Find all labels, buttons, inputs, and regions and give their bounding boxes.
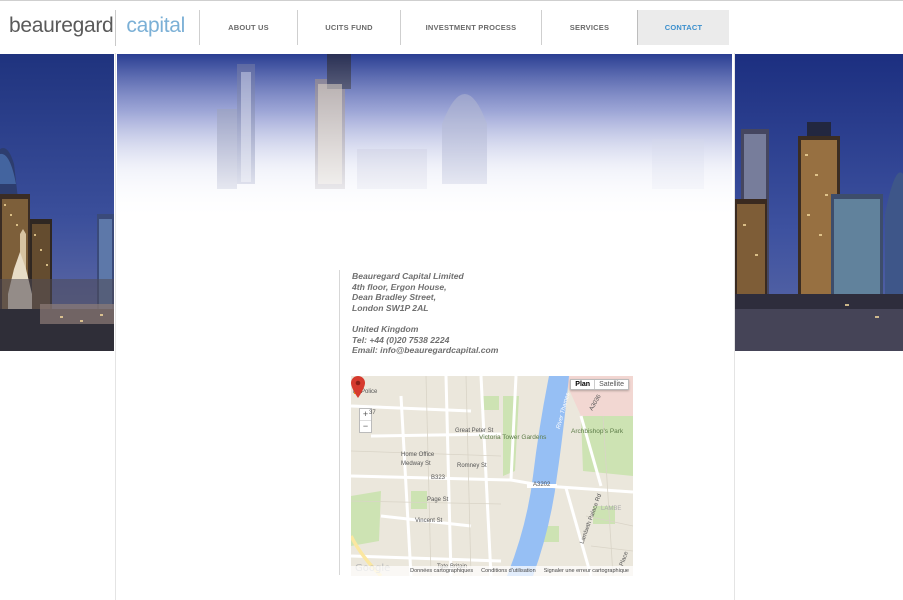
address-line-1: 4th floor, Ergon House, (352, 281, 447, 292)
map-label-a37: 37 (369, 410, 376, 416)
map-label-page-st: Page St (427, 497, 449, 503)
map-terms-link[interactable]: Conditions d'utilisation (481, 568, 536, 574)
map-label-archbishop: Archbishop's Park (571, 428, 624, 435)
contact-email[interactable]: Email: info@beauregardcapital.com (352, 345, 498, 356)
map-label-romney: Romney St (457, 463, 487, 469)
map-type-toggle: Plan Satellite (570, 379, 629, 390)
map-label-home-office: Home Office (401, 452, 435, 458)
nav-contact[interactable]: CONTACT (637, 10, 729, 45)
nav-services[interactable]: SERVICES (541, 10, 637, 45)
map-report-link[interactable]: Signaler une erreur cartographique (544, 568, 629, 574)
map-label-medway: Medway St (401, 461, 431, 467)
map-label-a3202: A3202 (533, 482, 551, 488)
map-satellite-button[interactable]: Satellite (595, 380, 628, 389)
main-nav: ABOUT US UCITS FUND INVESTMENT PROCESS S… (199, 10, 729, 45)
map-plan-button[interactable]: Plan (571, 380, 596, 389)
nav-about-us[interactable]: ABOUT US (199, 10, 297, 45)
city-skyline-left (0, 54, 114, 351)
logo-word-capital: capital (126, 14, 186, 37)
nav-investment-process[interactable]: INVESTMENT PROCESS (400, 10, 541, 45)
address-line-2: Dean Bradley Street, (352, 292, 437, 303)
map-label-lambeth: LAMBE (601, 506, 622, 512)
map-label-victoria-tower: Victoria Tower Gardens (479, 434, 547, 441)
map-data-link[interactable]: Données cartographiques (410, 568, 473, 574)
map-label-b323: B323 (431, 475, 446, 481)
logo-word-beauregard: beauregard (9, 14, 114, 37)
location-pin-icon[interactable] (351, 376, 365, 398)
logo[interactable]: beauregard capital (9, 10, 186, 46)
address-divider (339, 270, 340, 575)
nav-ucits-fund[interactable]: UCITS FUND (297, 10, 400, 45)
contact-address: Beauregard Capital Limited 4th floor, Er… (352, 271, 498, 356)
address-line-3: London SW1P 2AL (352, 302, 429, 313)
top-rule (0, 0, 903, 1)
company-name: Beauregard Capital Limited (352, 271, 464, 281)
logo-divider (115, 10, 116, 46)
map-footer: Données cartographiques Conditions d'uti… (351, 566, 633, 576)
address-country: United Kingdom (352, 323, 419, 334)
map-label-vincent-st: Vincent St (415, 518, 443, 524)
hero-skyline (117, 54, 732, 220)
zoom-out-button[interactable]: − (360, 421, 371, 432)
contact-phone: Tel: +44 (0)20 7538 2224 (352, 334, 450, 345)
embedded-map[interactable]: + − Plan Satellite ns Police 37 Great Pe… (351, 376, 633, 576)
city-skyline-right (735, 54, 903, 351)
